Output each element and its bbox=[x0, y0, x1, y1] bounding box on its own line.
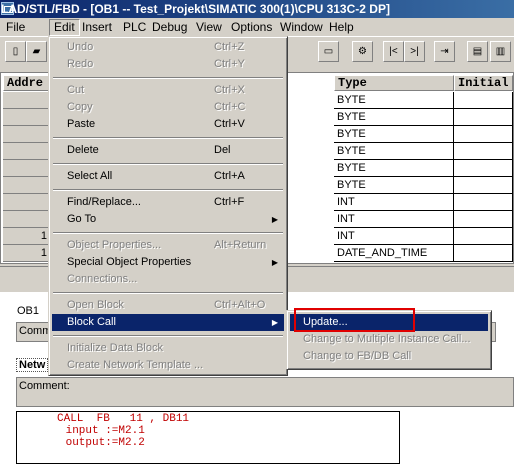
highlight-annotation-box bbox=[294, 308, 415, 332]
menu-item-object-properties[interactable]: Object Properties... Alt+Return bbox=[52, 237, 284, 254]
menu-item-select-all[interactable]: Select All Ctrl+A bbox=[52, 168, 284, 185]
table-cell-type[interactable]: BYTE bbox=[334, 109, 454, 126]
table-cell-initial[interactable] bbox=[454, 245, 513, 262]
block-name: OB1 bbox=[17, 305, 40, 317]
table-row-address bbox=[3, 194, 51, 211]
table-row-address bbox=[3, 160, 51, 177]
table-cell-initial[interactable] bbox=[454, 177, 513, 194]
menu-options[interactable]: Options bbox=[227, 20, 276, 35]
table-cell-type[interactable]: BYTE bbox=[334, 126, 454, 143]
menu-separator bbox=[53, 335, 283, 337]
table-row-address bbox=[3, 109, 51, 126]
next-icon[interactable]: >| bbox=[404, 41, 425, 62]
table-cell-initial[interactable] bbox=[454, 109, 513, 126]
table-cell-initial[interactable] bbox=[454, 92, 513, 109]
table-cell-type[interactable]: DATE_AND_TIME bbox=[334, 245, 454, 262]
menu-item-initialize-data-block[interactable]: Initialize Data Block bbox=[52, 340, 284, 357]
table-cell-initial[interactable] bbox=[454, 160, 513, 177]
menu-item-copy[interactable]: Copy Ctrl+C bbox=[52, 99, 284, 116]
table-row-address bbox=[3, 211, 51, 228]
title-bar: LAD/STL/FBD - [OB1 -- Test_Projekt\SIMAT… bbox=[0, 0, 514, 18]
step-icon[interactable]: ⇥ bbox=[434, 41, 455, 62]
table-cell-initial[interactable] bbox=[454, 211, 513, 228]
previous-icon[interactable]: |< bbox=[383, 41, 404, 62]
menu-file[interactable]: File bbox=[2, 20, 29, 35]
column-header-type[interactable]: Type bbox=[334, 75, 454, 91]
table-cell-initial[interactable] bbox=[454, 126, 513, 143]
menu-item-create-network-template[interactable]: Create Network Template ... bbox=[52, 357, 284, 374]
column-header-initial[interactable]: Initial bbox=[454, 75, 513, 91]
network-icon[interactable]: ▤ bbox=[467, 41, 488, 62]
table-cell-type[interactable]: INT bbox=[334, 194, 454, 211]
code-line: output:=M2.2 bbox=[59, 437, 145, 449]
menu-view[interactable]: View bbox=[192, 20, 226, 35]
table-cell-type[interactable]: INT bbox=[334, 228, 454, 245]
table-cell-initial[interactable] bbox=[454, 143, 513, 160]
new-icon[interactable]: ▯ bbox=[5, 41, 26, 62]
table-cell-type[interactable]: BYTE bbox=[334, 160, 454, 177]
submenu-arrow-icon: ▶ bbox=[271, 318, 278, 327]
menu-item-find-replace[interactable]: Find/Replace... Ctrl+F bbox=[52, 194, 284, 211]
menu-item-delete[interactable]: Delete Del bbox=[52, 142, 284, 159]
menu-item-special-object-properties[interactable]: Special Object Properties ▶ bbox=[52, 254, 284, 271]
menu-separator bbox=[53, 163, 283, 165]
menu-item-go-to[interactable]: Go To ▶ bbox=[52, 211, 284, 228]
submenu-arrow-icon: ▶ bbox=[271, 258, 278, 267]
table-cell-type[interactable]: BYTE bbox=[334, 92, 454, 109]
table-cell-type[interactable]: INT bbox=[334, 211, 454, 228]
comment-label: Comment: bbox=[19, 380, 70, 392]
menu-insert[interactable]: Insert bbox=[78, 20, 116, 35]
insert-network-icon[interactable]: ▥ bbox=[490, 41, 511, 62]
table-cell-type[interactable]: BYTE bbox=[334, 143, 454, 160]
submenu-arrow-icon: ▶ bbox=[271, 215, 278, 224]
menu-separator bbox=[53, 292, 283, 294]
menu-item-undo[interactable]: Undo Ctrl+Z bbox=[52, 39, 284, 56]
column-header-address[interactable]: Addre bbox=[3, 75, 51, 91]
compile-icon[interactable]: ▭ bbox=[318, 41, 339, 62]
menu-help[interactable]: Help bbox=[325, 20, 358, 35]
menu-separator bbox=[53, 232, 283, 234]
table-row-address bbox=[3, 92, 51, 109]
menu-debug[interactable]: Debug bbox=[148, 20, 191, 35]
code-line: input :=M2.1 bbox=[59, 425, 145, 437]
window-title: LAD/STL/FBD - [OB1 -- Test_Projekt\SIMAT… bbox=[1, 2, 390, 16]
menu-item-paste[interactable]: Paste Ctrl+V bbox=[52, 116, 284, 133]
menu-item-open-block[interactable]: Open Block Ctrl+Alt+O bbox=[52, 297, 284, 314]
table-row-address: 1 bbox=[3, 245, 51, 262]
menu-item-cut[interactable]: Cut Ctrl+X bbox=[52, 82, 284, 99]
table-cell-initial[interactable] bbox=[454, 194, 513, 211]
table-cell-initial[interactable] bbox=[454, 228, 513, 245]
network-title[interactable]: Netw bbox=[16, 358, 49, 372]
menu-bar: File Edit Insert PLC Debug View Options … bbox=[0, 18, 514, 36]
menu-separator bbox=[53, 189, 283, 191]
menu-separator bbox=[53, 137, 283, 139]
menu-item-change-to-multiple-instance-call[interactable]: Change to Multiple Instance Call... bbox=[290, 331, 488, 348]
open-icon[interactable]: ▰ bbox=[26, 41, 47, 62]
stl-code-box[interactable]: CALL FB 11 , DB11 input :=M2.1 output:=M… bbox=[16, 411, 400, 464]
code-line: CALL FB 11 , DB11 bbox=[57, 413, 190, 425]
table-cell-type[interactable]: BYTE bbox=[334, 177, 454, 194]
network-comment[interactable]: Comment: bbox=[16, 377, 514, 407]
menu-separator bbox=[53, 77, 283, 79]
table-row-address: 1 bbox=[3, 228, 51, 245]
menu-plc[interactable]: PLC bbox=[119, 20, 150, 35]
menu-edit[interactable]: Edit bbox=[49, 19, 80, 36]
menu-item-connections[interactable]: Connections... bbox=[52, 271, 284, 288]
menu-item-redo[interactable]: Redo Ctrl+Y bbox=[52, 56, 284, 73]
edit-menu: Undo Ctrl+Z Redo Ctrl+Y Cut Ctrl+X Copy Ctrl… bbox=[48, 36, 288, 376]
table-row-address bbox=[3, 143, 51, 160]
table-row-address bbox=[3, 177, 51, 194]
table-row-address bbox=[3, 126, 51, 143]
menu-window[interactable]: Window bbox=[276, 20, 327, 35]
monitor-icon[interactable]: ⚙ bbox=[352, 41, 373, 62]
menu-item-change-to-fb-db-call[interactable]: Change to FB/DB Call bbox=[290, 348, 488, 365]
menu-item-block-call[interactable]: Block Call ▶ bbox=[52, 314, 284, 331]
